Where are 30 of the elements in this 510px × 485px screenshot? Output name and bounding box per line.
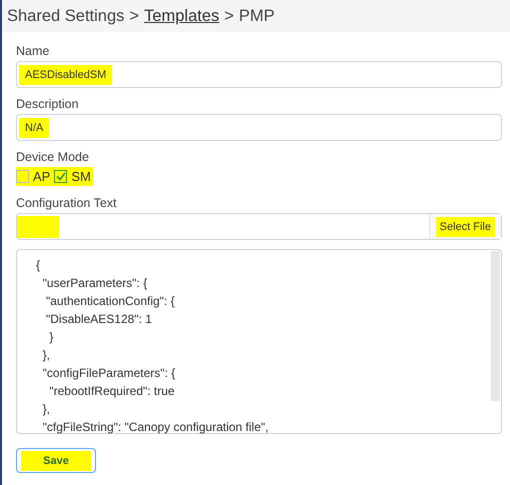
field-label: Name [16, 44, 50, 58]
breadcrumb-item: PMP [238, 6, 275, 26]
code-line: }, [42, 401, 50, 418]
field-label: Device Mode [16, 150, 90, 164]
breadcrumb-separator: > [224, 6, 234, 26]
code-line: "userParameters": { [42, 275, 148, 292]
scrollbar[interactable] [491, 251, 500, 401]
code-line: "cfgFileString": "Canopy configuration file", [42, 419, 268, 436]
breadcrumb-link[interactable]: Templates [144, 6, 220, 26]
code-line: "authenticationConfig": { [45, 293, 175, 310]
checkbox-label: AP [33, 169, 50, 184]
code-line: }, [42, 347, 50, 364]
select-file-button[interactable]: Select File [428, 214, 501, 239]
name-field[interactable]: AESDisabledSM [16, 61, 502, 88]
description-field[interactable]: N/A [16, 114, 502, 141]
checkbox[interactable] [54, 170, 68, 183]
field-label: Configuration Text [16, 196, 118, 210]
config-text-area[interactable]: { "userParameters": { "authenticationConfig": { "DisableAES128": 1 } }, "configFileParameters": { "rebootIfRequired": true }, "cfgFileString": "Canopy configuration file", [16, 249, 502, 434]
code-line: "rebootIfRequired": true [48, 383, 175, 400]
breadcrumb-item: Shared Settings [7, 6, 124, 26]
configuration-text-field[interactable]: Select File [16, 213, 502, 240]
code-line: { [36, 257, 40, 274]
checkbox-label: SM [71, 169, 91, 184]
checkbox[interactable] [16, 170, 29, 183]
code-line: "configFileParameters": { [42, 365, 176, 382]
code-line: } [48, 329, 54, 346]
field-label: Description [16, 97, 80, 111]
save-button[interactable]: Save [16, 448, 96, 473]
breadcrumb-separator: > [129, 6, 140, 26]
code-line: "DisableAES128": 1 [45, 311, 152, 328]
